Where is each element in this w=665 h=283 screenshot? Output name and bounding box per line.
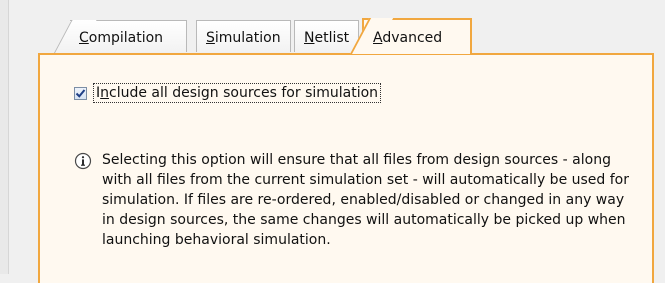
info-icon bbox=[74, 152, 92, 170]
include-all-sources-label[interactable]: Include all design sources for simulatio… bbox=[93, 83, 382, 103]
include-all-sources-option[interactable]: Include all design sources for simulatio… bbox=[74, 83, 382, 103]
tab-compilation-label: Compilation bbox=[79, 30, 164, 46]
checkmark-icon bbox=[75, 88, 86, 98]
tab-compilation[interactable]: Compilation bbox=[70, 20, 187, 52]
tab-advanced-label: Advanced bbox=[373, 30, 443, 46]
info-text: Selecting this option will ensure that a… bbox=[102, 152, 629, 248]
tab-strip: Compilation Simulation Netlist Advanced bbox=[60, 18, 660, 54]
advanced-panel: Include all design sources for simulatio… bbox=[38, 53, 654, 283]
tab-netlist-label: Netlist bbox=[304, 30, 350, 46]
tab-advanced[interactable]: Advanced bbox=[362, 18, 472, 54]
include-all-sources-checkbox[interactable] bbox=[74, 86, 87, 100]
info-message: Selecting this option will ensure that a… bbox=[74, 150, 634, 264]
tab-simulation-label: Simulation bbox=[206, 30, 281, 46]
tab-simulation[interactable]: Simulation bbox=[196, 20, 291, 52]
window-left-edge bbox=[0, 0, 9, 274]
tab-netlist[interactable]: Netlist bbox=[294, 20, 359, 52]
